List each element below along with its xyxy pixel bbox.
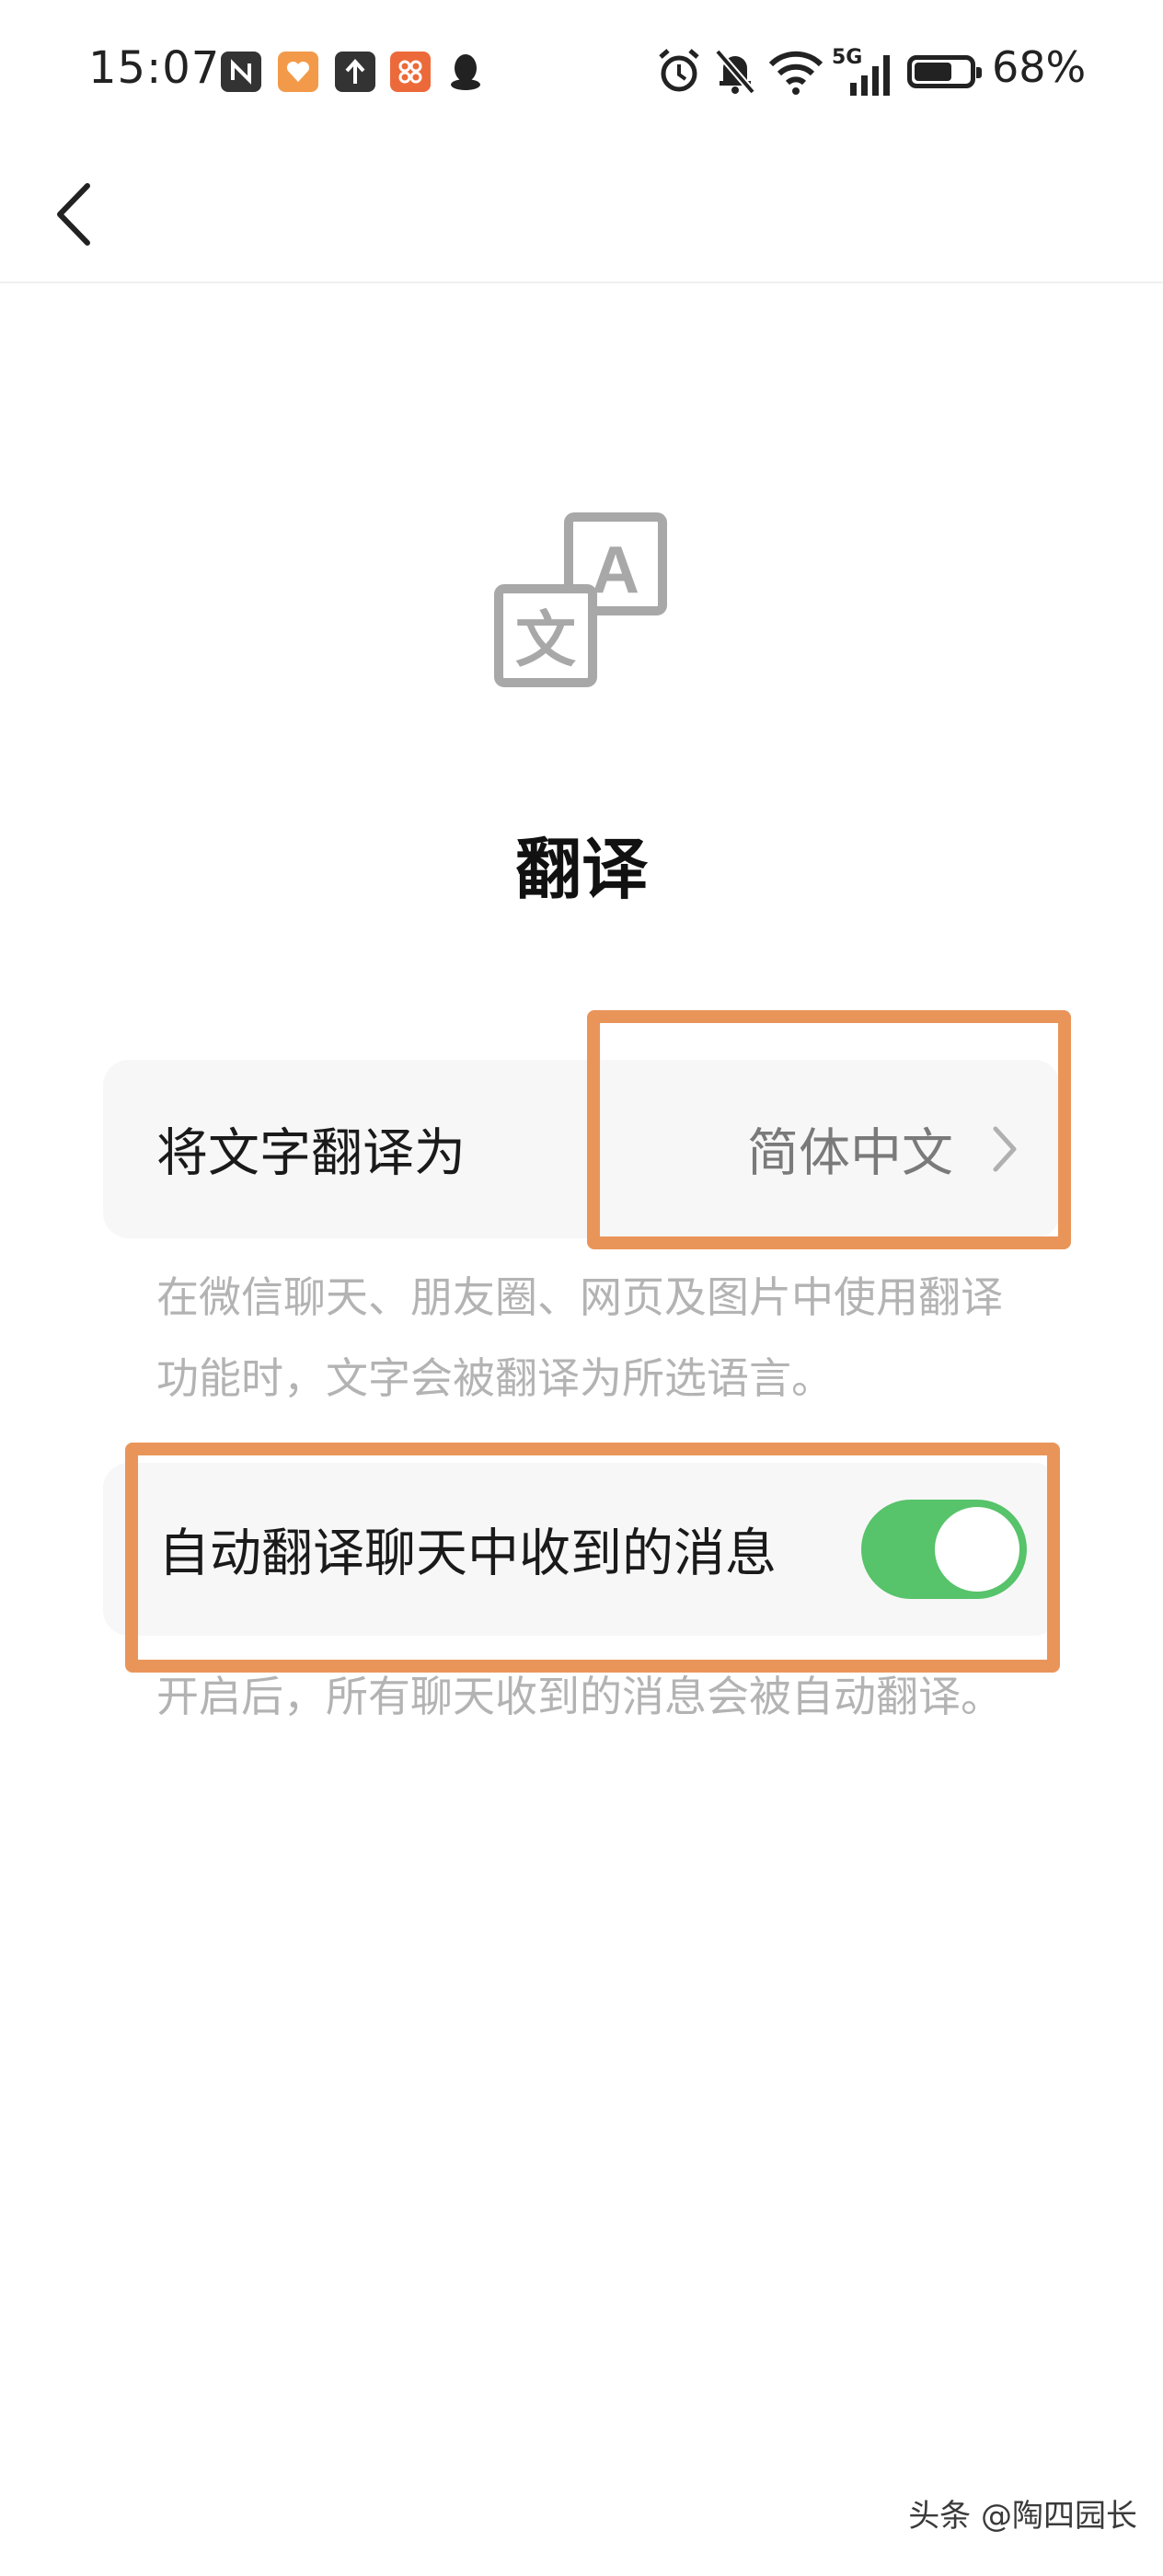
translate-icon: A 文 — [494, 512, 667, 687]
auto-translate-toggle[interactable] — [861, 1500, 1027, 1599]
wifi-icon — [768, 51, 823, 95]
auto-translate-row: 自动翻译聊天中收到的消息 — [103, 1463, 1060, 1636]
status-time: 15:07 — [88, 42, 221, 94]
signal-icon — [850, 55, 890, 96]
translate-icon-letter-a: A — [592, 534, 639, 607]
page-title: 翻译 — [514, 831, 648, 908]
battery-icon — [907, 55, 982, 88]
battery-level: 68% — [992, 42, 1087, 92]
heart-app-icon — [278, 52, 318, 92]
toggle-knob — [935, 1507, 1019, 1592]
translate-target-label: 将文字翻译为 — [156, 1123, 466, 1184]
grid-app-icon — [390, 52, 431, 92]
translate-target-description: 在微信聊天、朋友圈、网页及图片中使用翻译功能时，文字会被翻译为所选语言。 — [156, 1272, 1003, 1403]
nfc-icon — [221, 52, 261, 92]
alarm-icon — [659, 49, 699, 92]
translate-target-row[interactable]: 将文字翻译为 简体中文 — [103, 1060, 1060, 1238]
mute-icon — [714, 49, 756, 95]
watermark: 头条 @陶四园长 — [908, 2498, 1137, 2535]
upload-icon — [335, 52, 375, 92]
back-button[interactable] — [33, 173, 116, 256]
nav-header — [0, 147, 1163, 283]
chevron-left-icon — [57, 183, 90, 246]
translate-icon-letter-wen: 文 — [515, 604, 576, 675]
chevron-right-icon — [993, 1126, 1017, 1172]
selected-language: 简体中文 — [747, 1123, 953, 1184]
qq-icon — [445, 52, 486, 92]
auto-translate-description: 开启后，所有聊天收到的消息会被自动翻译。 — [156, 1672, 1003, 1721]
status-bar: 15:07 5G 68% — [0, 0, 1163, 147]
auto-translate-label: 自动翻译聊天中收到的消息 — [158, 1524, 777, 1584]
